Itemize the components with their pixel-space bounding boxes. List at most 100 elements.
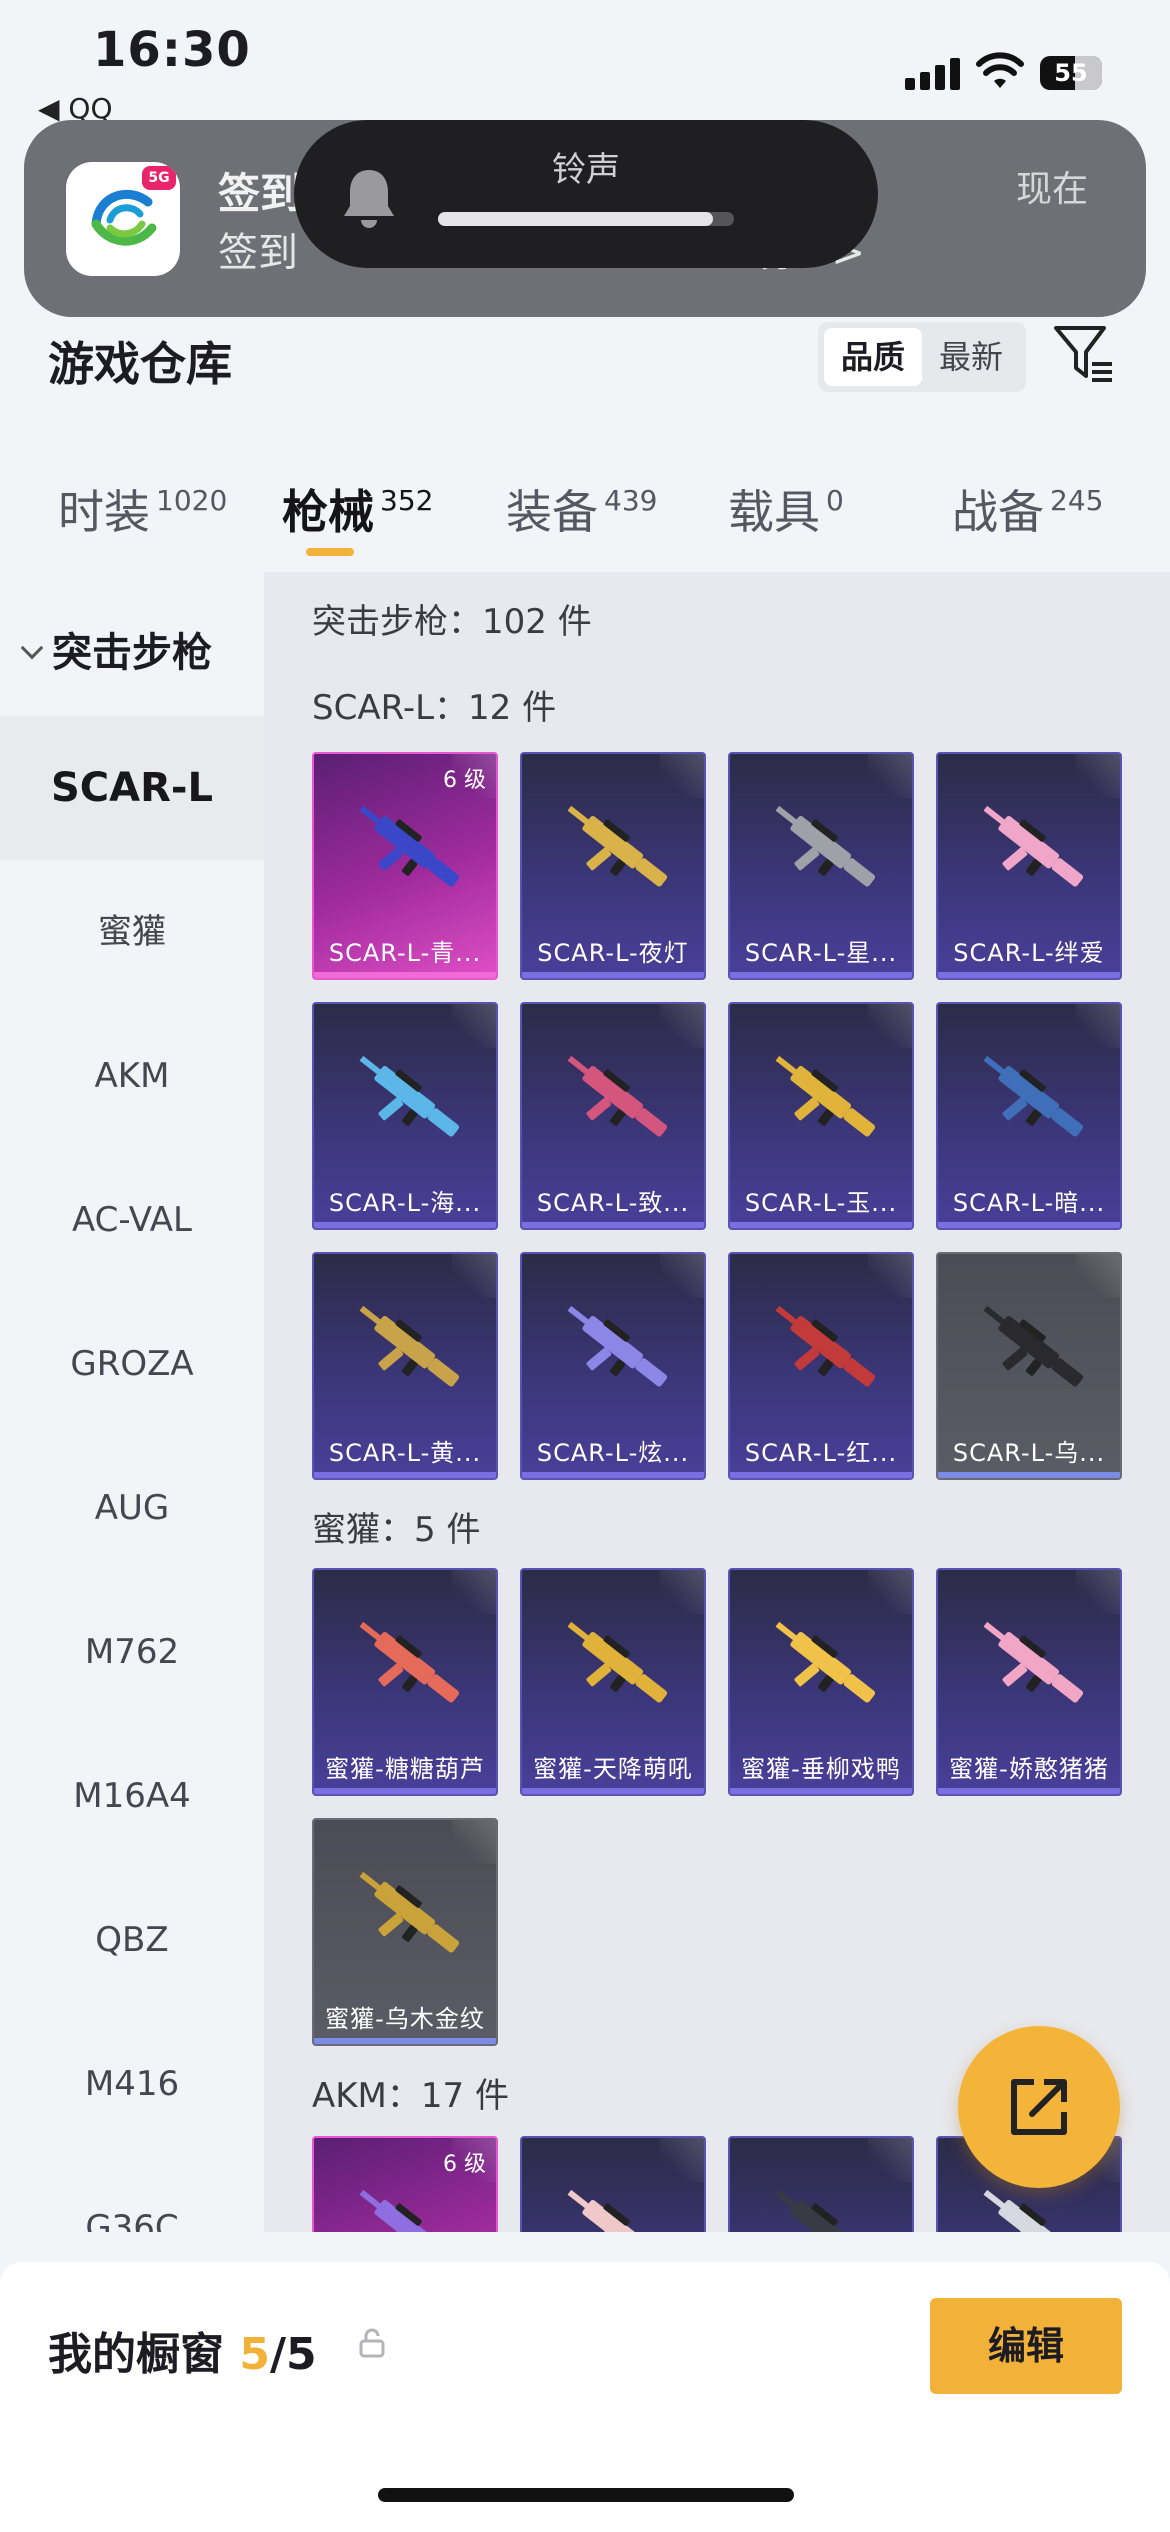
status-bar: 16:30 ◀ QQ 55 — [0, 0, 1170, 130]
tab-count: 352 — [380, 484, 434, 517]
weapon-skin-card[interactable]: SCAR-L-致... — [520, 1002, 706, 1230]
weapon-skin-card[interactable]: SCAR-L-海... — [312, 1002, 498, 1230]
tab-label: 载具 — [728, 485, 820, 539]
weapon-skin-card[interactable]: 蜜獾-乌木金纹 — [312, 1818, 498, 2046]
weapon-skin-card[interactable]: SCAR-L-黄... — [312, 1252, 498, 1480]
skin-level-badge: 6 级 — [443, 768, 486, 793]
showcase-total: /5 — [269, 2329, 317, 2380]
sidebar-item-aug[interactable]: AUG — [0, 1436, 264, 1580]
volume-slider[interactable] — [438, 212, 734, 226]
skin-name: 蜜獾-乌木金纹 — [325, 2005, 485, 2033]
weapon-skin-image — [359, 1621, 460, 1703]
hud-title: 铃声 — [552, 150, 620, 190]
weapon-skin-card[interactable]: 蜜獾-娇憨猪猪 — [936, 1568, 1122, 1796]
weapon-skin-card[interactable] — [520, 2136, 706, 2232]
skin-name: SCAR-L-青... — [328, 939, 482, 967]
volume-slider-fill — [438, 212, 714, 226]
edit-button[interactable]: 编辑 — [930, 2298, 1122, 2394]
sidebar-item-akm[interactable]: AKM — [0, 1004, 264, 1148]
skin-name: SCAR-L-夜灯 — [537, 939, 689, 967]
weapon-skin-image — [983, 805, 1084, 887]
weapon-skin-image — [775, 1055, 876, 1137]
wifi-icon — [976, 52, 1024, 88]
weapon-skin-card[interactable]: SCAR-L-暗... — [936, 1002, 1122, 1230]
weapon-skin-card[interactable]: 蜜獾-垂柳戏鸭 — [728, 1568, 914, 1796]
chevron-down-icon — [20, 636, 44, 660]
section-title-scar-l: SCAR-L：12 件 — [312, 688, 557, 728]
weapon-skin-image — [359, 1055, 460, 1137]
section-title-akm: AKM：17 件 — [312, 2076, 509, 2116]
showcase-count: 5 — [239, 2329, 270, 2380]
page-title: 游戏仓库 — [48, 337, 232, 391]
battery-icon: 55 — [1040, 56, 1102, 90]
weapon-skin-card[interactable]: 蜜獾-糖糖葫芦 — [312, 1568, 498, 1796]
skin-name: 蜜獾-糖糖葫芦 — [325, 1755, 485, 1783]
ringer-volume-hud: 铃声 — [294, 120, 878, 268]
skin-name: 蜜獾-天降萌吼 — [533, 1755, 693, 1783]
share-button[interactable] — [958, 2026, 1120, 2188]
tab-count: 245 — [1050, 484, 1104, 517]
weapon-skin-image — [567, 1621, 668, 1703]
skin-name: SCAR-L-星... — [744, 939, 898, 967]
tab-count: 1020 — [156, 484, 228, 517]
tab-supplies[interactable]: 战备 245 — [952, 476, 1103, 542]
weapon-skin-image — [775, 2189, 852, 2232]
sidebar-item-m762[interactable]: M762 — [0, 1580, 264, 1724]
share-icon — [1011, 2079, 1067, 2135]
notification-time: 现在 — [1015, 169, 1088, 210]
sidebar-item-qbz[interactable]: QBZ — [0, 1868, 264, 2012]
sidebar-item-ac-val[interactable]: AC-VAL — [0, 1148, 264, 1292]
skin-name: 蜜獾-垂柳戏鸭 — [741, 1755, 901, 1783]
skin-level-badge: 6 级 — [443, 2152, 486, 2177]
weapon-skin-image — [567, 1305, 668, 1387]
weapon-skin-image — [567, 1055, 668, 1137]
weapon-skin-image — [775, 805, 876, 887]
weapon-skin-card[interactable]: 6 级 — [312, 2136, 498, 2232]
skin-name: SCAR-L-海... — [328, 1189, 482, 1217]
weapon-skin-card[interactable]: SCAR-L-玉... — [728, 1002, 914, 1230]
category-total: 突击步枪：102 件 — [312, 602, 592, 642]
tab-vehicles[interactable]: 载具 0 — [728, 476, 844, 542]
weapon-skin-image — [775, 1621, 876, 1703]
weapon-skin-image — [359, 1871, 460, 1953]
notification-title: 签到 — [218, 169, 303, 218]
weapon-skin-card[interactable]: SCAR-L-炫... — [520, 1252, 706, 1480]
sidebar-item-m16a4[interactable]: M16A4 — [0, 1724, 264, 1868]
sidebar-item-honey-badger[interactable]: 蜜獾 — [0, 860, 264, 1004]
sidebar-item-g36c[interactable]: G36C — [0, 2156, 264, 2232]
skin-name: SCAR-L-绊爱 — [953, 939, 1105, 967]
weapon-skin-image — [359, 805, 460, 887]
filter-icon[interactable] — [1052, 322, 1116, 386]
weapon-skin-image — [775, 1305, 876, 1387]
sort-quality-button[interactable]: 品质 — [824, 328, 922, 386]
sidebar-item-groza[interactable]: GROZA — [0, 1292, 264, 1436]
skin-name: SCAR-L-红... — [744, 1439, 898, 1467]
sidebar-group-assault-rifles[interactable]: 突击步枪 — [18, 620, 212, 678]
weapon-skin-card[interactable]: SCAR-L-星... — [728, 752, 914, 980]
weapon-skin-image — [983, 1305, 1084, 1387]
showcase-label: 我的橱窗 5/5 — [48, 2318, 317, 2382]
weapon-skin-card[interactable]: SCAR-L-绊爱 — [936, 752, 1122, 980]
sidebar-item-scar-l[interactable]: SCAR-L — [0, 716, 264, 860]
sort-latest-button[interactable]: 最新 — [922, 328, 1020, 386]
sidebar-group-label: 突击步枪 — [52, 630, 212, 676]
weapon-skin-image — [983, 1621, 1084, 1703]
weapon-skin-card[interactable]: 6 级 SCAR-L-青... — [312, 752, 498, 980]
weapon-skin-card[interactable]: SCAR-L-乌... — [936, 1252, 1122, 1480]
home-indicator[interactable] — [378, 2488, 794, 2502]
sidebar-item-m416[interactable]: M416 — [0, 2012, 264, 2156]
tab-fashion[interactable]: 时装 1020 — [58, 476, 227, 542]
weapon-skin-grid: 突击步枪：102 件 SCAR-L：12 件 蜜獾：5 件 AKM：17 件 6… — [264, 572, 1170, 2232]
weapon-skin-card[interactable]: 蜜獾-天降萌吼 — [520, 1568, 706, 1796]
weapon-skin-image — [567, 2189, 644, 2232]
tab-equipment[interactable]: 装备 439 — [506, 476, 657, 542]
weapon-skin-card[interactable] — [728, 2136, 914, 2232]
tab-count: 439 — [604, 484, 658, 517]
sort-toggle: 品质 最新 — [818, 322, 1026, 392]
weapon-skin-card[interactable]: SCAR-L-夜灯 — [520, 752, 706, 980]
showcase-title: 我的橱窗 — [48, 2329, 224, 2380]
tab-weapons[interactable]: 枪械 352 — [282, 476, 433, 542]
skin-name: SCAR-L-玉... — [744, 1189, 898, 1217]
weapon-skin-card[interactable]: SCAR-L-红... — [728, 1252, 914, 1480]
lock-icon — [359, 2328, 385, 2358]
